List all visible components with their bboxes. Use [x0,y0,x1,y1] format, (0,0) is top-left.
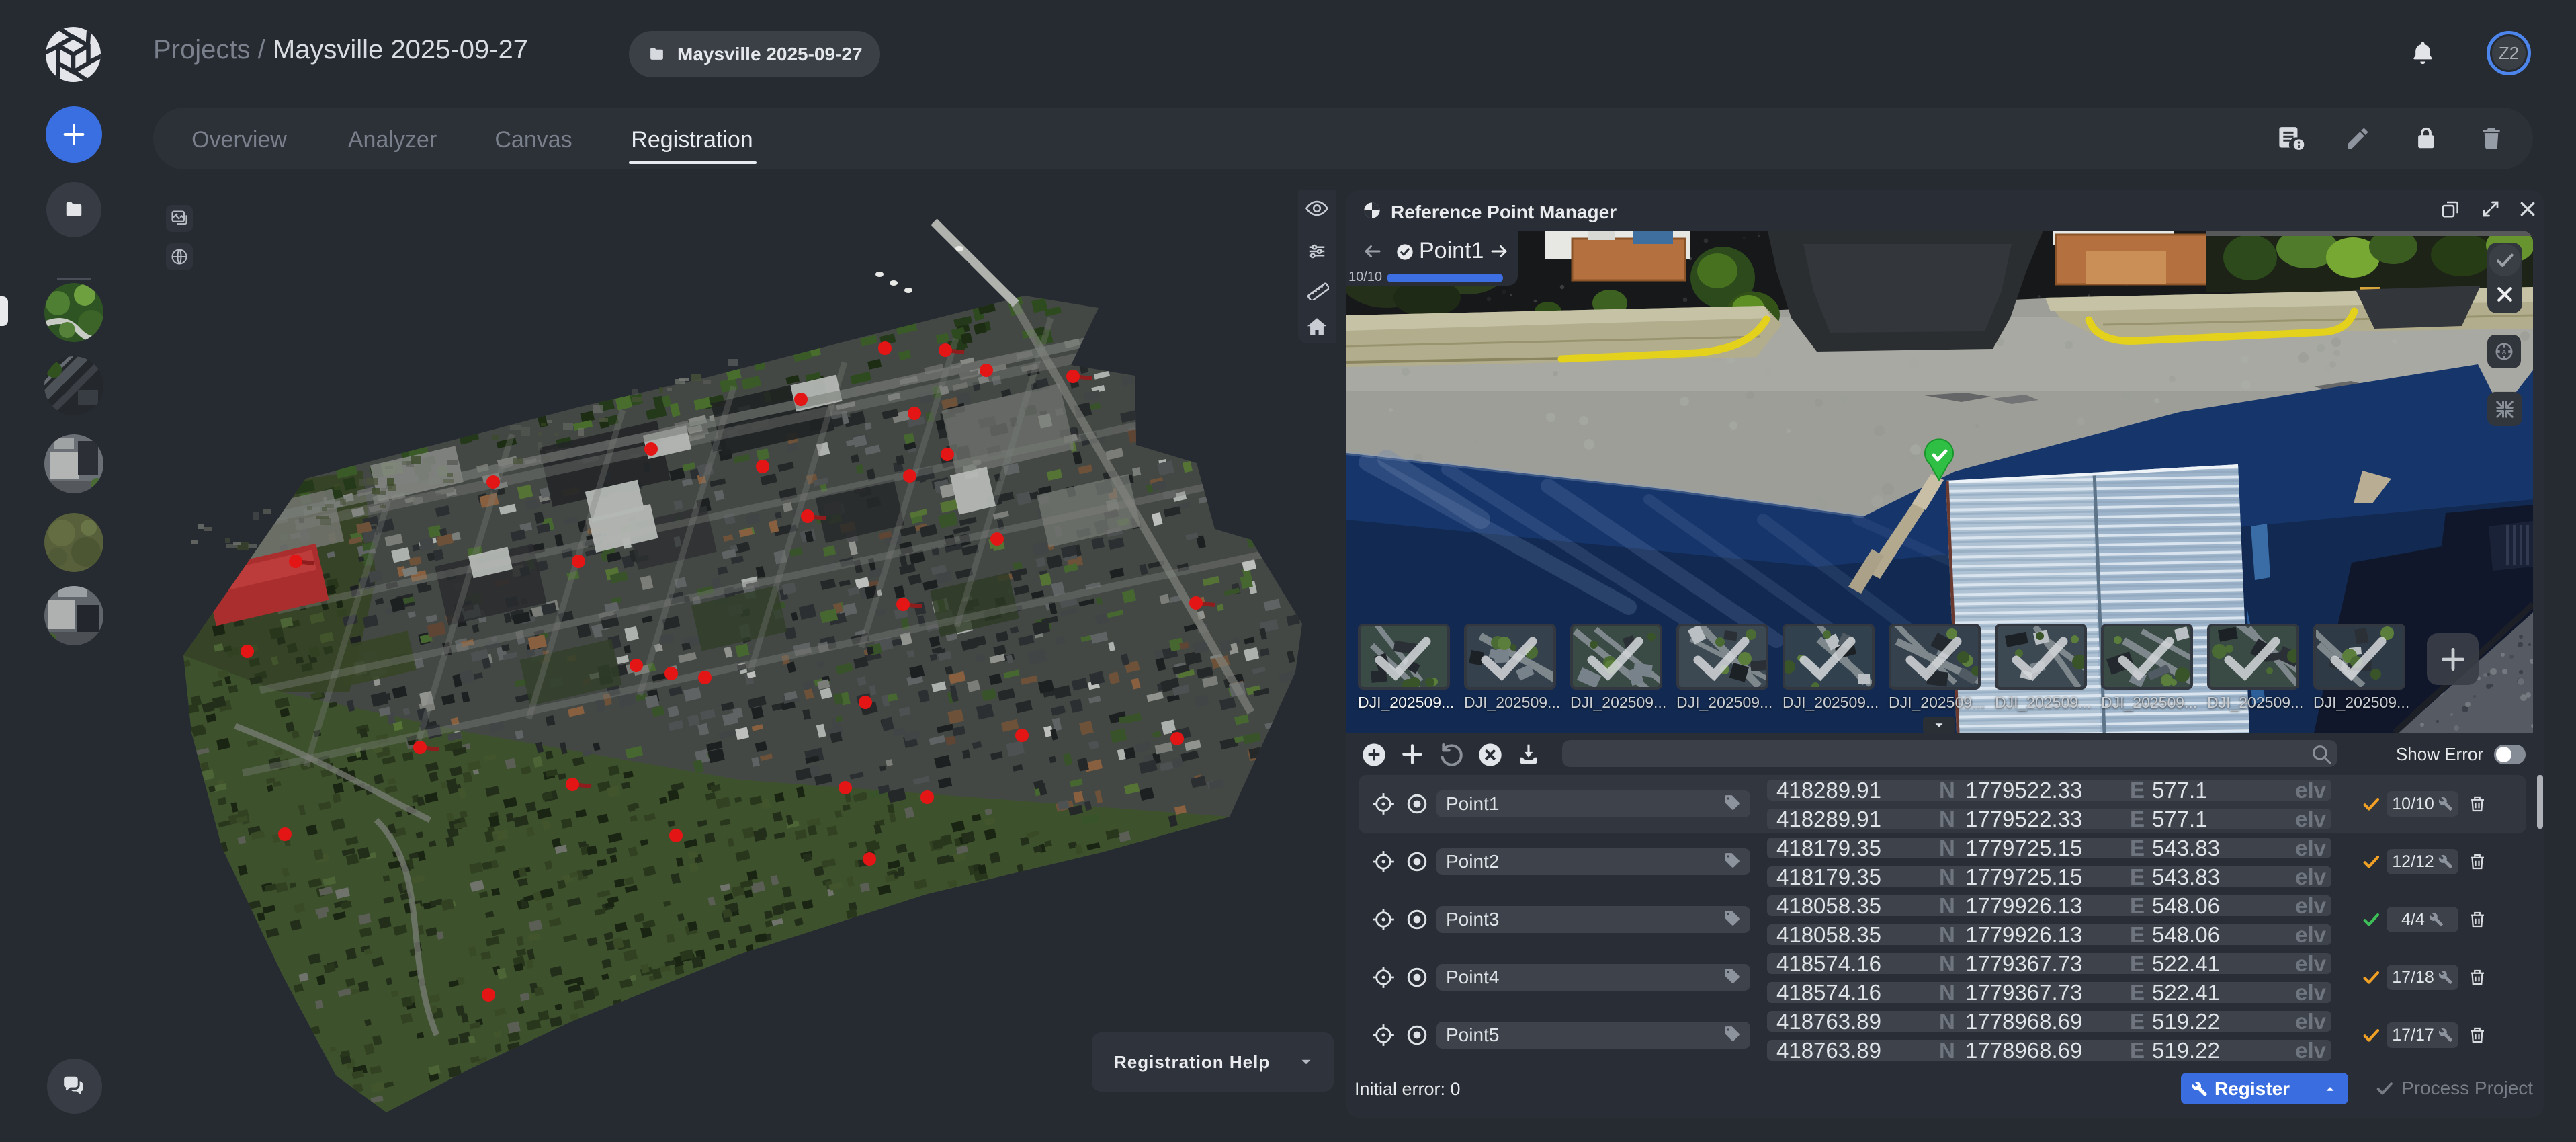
svg-text:A: A [2502,349,2507,356]
